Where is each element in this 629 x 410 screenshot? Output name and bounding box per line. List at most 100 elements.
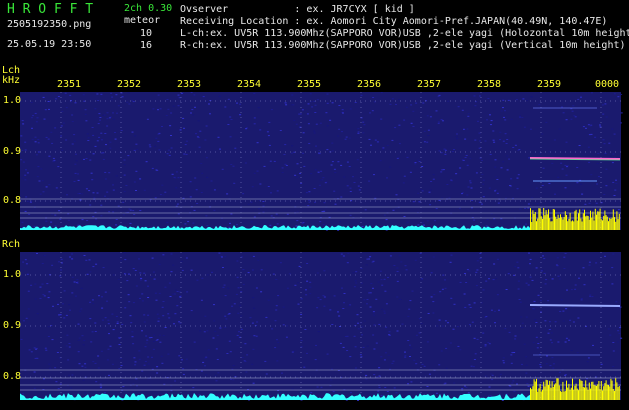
meteor-bar: [602, 220, 603, 230]
noise-speck: [57, 96, 60, 97]
meteor-bar: [585, 380, 587, 400]
noise-speck: [238, 331, 240, 333]
noise-speck: [326, 102, 329, 104]
noise-speck: [564, 164, 567, 166]
noise-speck: [602, 209, 605, 211]
noise-speck: [470, 365, 473, 367]
meteor-bar: [548, 385, 549, 400]
noise-speck: [172, 264, 175, 266]
noise-speck: [94, 322, 97, 324]
noise-speck: [304, 329, 307, 330]
noise-speck: [618, 332, 621, 334]
noise-speck: [189, 196, 192, 198]
noise-speck: [314, 201, 316, 203]
noise-speck: [385, 326, 388, 328]
noise-speck: [22, 161, 25, 163]
noise-speck: [315, 123, 318, 125]
meteor-bar: [599, 389, 601, 400]
noise-speck: [219, 327, 222, 329]
noise-speck: [300, 298, 303, 300]
noise-speck: [302, 152, 304, 154]
noise-speck: [120, 365, 123, 366]
noise-speck: [459, 281, 462, 283]
noise-speck: [508, 331, 511, 333]
noise-speck: [136, 148, 139, 150]
noise-speck: [139, 272, 142, 274]
noise-speck: [135, 143, 138, 145]
noise-speck: [108, 172, 111, 174]
meteor-bar: [536, 221, 537, 230]
noise-speck: [318, 149, 321, 151]
noise-speck: [141, 293, 144, 295]
noise-speck: [147, 356, 150, 358]
noise-speck: [190, 112, 192, 114]
noise-speck: [86, 220, 89, 221]
noise-speck: [496, 179, 499, 180]
noise-speck: [373, 348, 376, 350]
noise-speck: [428, 191, 431, 193]
noise-speck: [92, 266, 95, 268]
noise-speck: [288, 273, 291, 275]
noise-speck: [34, 283, 37, 285]
noise-speck: [161, 362, 164, 364]
noise-speck: [277, 295, 280, 297]
noise-speck: [200, 192, 203, 193]
meteor-bar: [609, 218, 611, 230]
noise-speck: [357, 328, 360, 330]
meteor-bar: [572, 378, 573, 400]
noise-speck: [409, 356, 411, 357]
meteor-bar: [605, 380, 607, 400]
noise-speck: [379, 270, 382, 272]
noise-speck: [135, 285, 138, 287]
noise-speck: [316, 99, 319, 101]
noise-speck: [403, 175, 406, 177]
noise-speck: [180, 359, 183, 361]
noise-speck: [216, 359, 219, 360]
meteor-bar: [539, 208, 541, 230]
noise-speck: [316, 307, 319, 309]
noise-speck: [475, 172, 478, 174]
noise-speck: [111, 313, 114, 315]
noise-speck: [147, 314, 150, 316]
noise-speck: [432, 312, 435, 314]
noise-speck: [230, 213, 233, 215]
noise-speck: [106, 125, 109, 127]
noise-speck: [419, 252, 422, 254]
noise-speck: [372, 334, 375, 336]
noise-speck: [75, 153, 77, 155]
noise-speck: [253, 216, 256, 218]
noise-speck: [144, 280, 147, 282]
time-tick: 2357: [417, 79, 442, 90]
noise-speck: [432, 256, 435, 258]
noise-speck: [420, 189, 423, 191]
noise-speck: [417, 192, 420, 194]
meteor-bar: [582, 386, 584, 400]
noise-speck: [611, 267, 614, 269]
noise-speck: [581, 193, 584, 195]
noise-speck: [398, 255, 401, 257]
noise-speck: [580, 299, 583, 301]
noise-speck: [473, 337, 476, 339]
noise-speck: [87, 137, 90, 139]
noise-speck: [598, 176, 600, 178]
noise-speck: [65, 345, 68, 347]
noise-speck: [217, 372, 220, 374]
noise-speck: [159, 194, 162, 196]
noise-speck: [24, 259, 27, 261]
noise-speck: [605, 185, 608, 187]
noise-speck: [319, 299, 322, 301]
noise-speck: [380, 279, 383, 281]
noise-speck: [139, 297, 141, 299]
noise-speck: [134, 135, 137, 137]
noise-speck: [207, 349, 210, 351]
noise-speck: [20, 159, 23, 161]
noise-speck: [115, 219, 118, 220]
noise-speck: [56, 352, 59, 353]
noise-speck: [492, 130, 495, 132]
noise-speck: [77, 339, 80, 341]
noise-speck: [464, 273, 466, 274]
meteor-bar: [532, 386, 534, 400]
noise-speck: [357, 128, 360, 130]
noise-speck: [90, 341, 93, 343]
noise-speck: [603, 143, 606, 145]
